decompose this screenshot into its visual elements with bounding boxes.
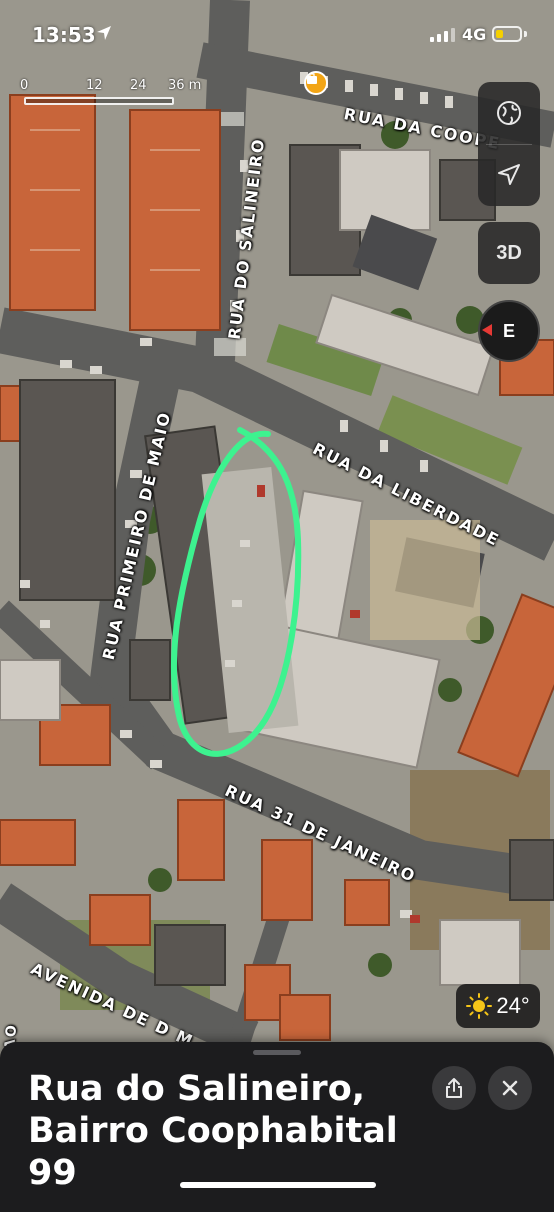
- current-location-button[interactable]: [478, 144, 540, 206]
- scale-tick: 24: [130, 78, 147, 93]
- place-title: Rua do Salineiro, Bairro Coophabital 99: [28, 1069, 398, 1193]
- status-time: 13:53: [32, 23, 96, 47]
- map-control-stack: [478, 82, 540, 206]
- view-3d-button[interactable]: 3D: [478, 222, 540, 284]
- scale-tick: 12: [86, 78, 103, 93]
- close-icon: [502, 1080, 518, 1096]
- location-arrow-icon: [498, 164, 520, 185]
- battery-icon: [492, 26, 522, 42]
- close-button[interactable]: [488, 1066, 532, 1110]
- briefcase-icon: [307, 73, 317, 84]
- status-bar: 13:53 4G: [0, 0, 554, 62]
- sheet-drag-handle[interactable]: [253, 1050, 301, 1055]
- map-type-button[interactable]: [478, 82, 540, 144]
- share-icon: [446, 1078, 462, 1098]
- home-indicator[interactable]: [180, 1182, 376, 1188]
- scale-bar: 0 12 24 36 m: [20, 78, 220, 108]
- scale-tick: 36 m: [168, 78, 202, 93]
- view-3d-label: 3D: [496, 241, 522, 264]
- compass-heading: E: [502, 320, 515, 341]
- compass-needle-icon: [482, 324, 492, 336]
- cellular-signal-icon: [430, 28, 455, 42]
- battery-tip: [524, 31, 527, 37]
- globe-icon: [497, 101, 521, 125]
- compass-button[interactable]: E: [478, 300, 540, 362]
- battery-level: [496, 30, 503, 38]
- location-services-icon: [97, 26, 111, 40]
- scale-tick: 0: [20, 78, 29, 93]
- scale-line: [24, 97, 174, 105]
- share-button[interactable]: [432, 1066, 476, 1110]
- network-type: 4G: [462, 25, 487, 44]
- weather-badge[interactable]: 24°: [456, 984, 540, 1028]
- sun-icon: [466, 993, 493, 1019]
- weather-temperature: 24°: [496, 993, 530, 1018]
- poi-pin[interactable]: [304, 71, 328, 95]
